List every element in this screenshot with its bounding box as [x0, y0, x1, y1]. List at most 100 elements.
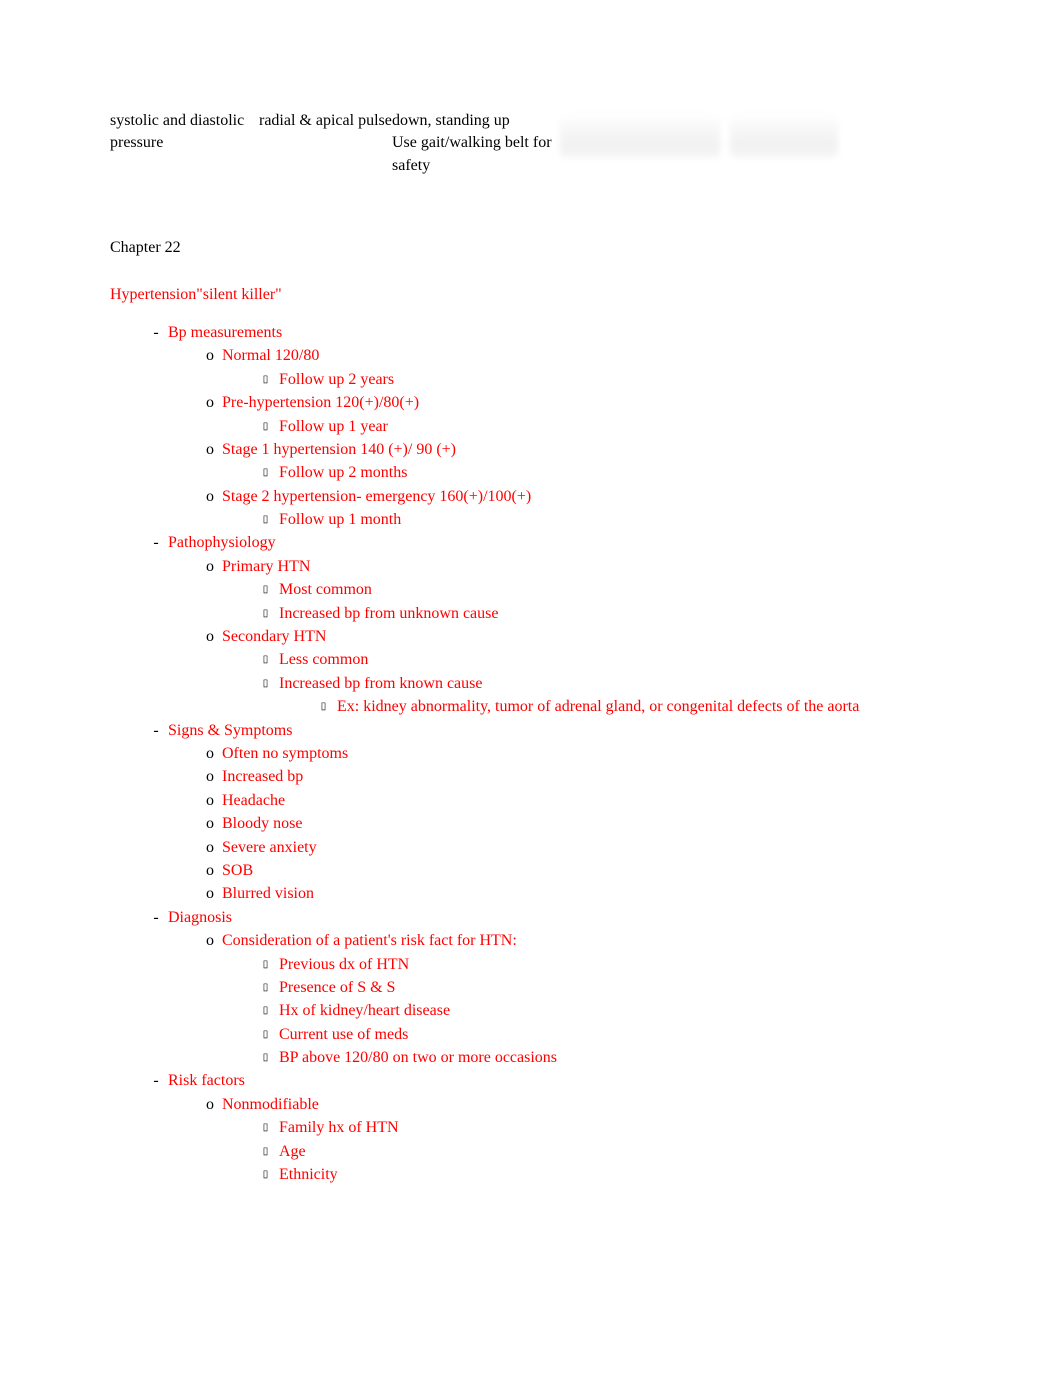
ss-6: Blurred vision: [222, 883, 952, 905]
table-cell-5-blurred: [730, 110, 830, 177]
risk-nm-b: Age: [279, 1141, 952, 1163]
chapter-heading: Chapter 22: [110, 237, 952, 259]
list-item: ▯ Family hx of HTN: [110, 1117, 952, 1139]
list-item: ▯ Hx of kidney/heart disease: [110, 1000, 952, 1022]
list-item: ▯ Ex: kidney abnormality, tumor of adren…: [110, 696, 952, 718]
list-item: o Nonmodifiable: [110, 1094, 952, 1116]
list-item: ▯ BP above 120/80 on two or more occasio…: [110, 1047, 952, 1069]
circle-icon: o: [110, 790, 222, 812]
risk-nm-a: Family hx of HTN: [279, 1117, 952, 1139]
circle-icon: o: [110, 1094, 222, 1116]
bp-pre-fu: Follow up 1 year: [279, 416, 952, 438]
list-item: o Increased bp: [110, 766, 952, 788]
list-item: - Risk factors: [110, 1070, 952, 1092]
dash-icon: -: [110, 1070, 168, 1092]
ss-1: Increased bp: [222, 766, 952, 788]
circle-icon: o: [110, 766, 222, 788]
list-item: o Bloody nose: [110, 813, 952, 835]
topic-title: Hypertension: [110, 286, 196, 303]
ss-2: Headache: [222, 790, 952, 812]
circle-icon: o: [110, 743, 222, 765]
square-icon: ▯: [110, 1047, 279, 1065]
patho-primary-a: Most common: [279, 579, 952, 601]
bp-s2: Stage 2 hypertension- emergency 160(+)/1…: [222, 486, 952, 508]
square-icon: ▯: [110, 369, 279, 387]
diag-d: Current use of meds: [279, 1024, 952, 1046]
list-item: ▯ Follow up 2 months: [110, 462, 952, 484]
bp-normal: Normal 120/80: [222, 345, 952, 367]
ss-0: Often no symptoms: [222, 743, 952, 765]
list-item: o Pre-hypertension 120(+)/80(+): [110, 392, 952, 414]
dash-icon: -: [110, 907, 168, 929]
list-item: o Stage 1 hypertension 140 (+)/ 90 (+): [110, 439, 952, 461]
circle-icon: o: [110, 486, 222, 508]
circle-icon: o: [110, 837, 222, 859]
bp-s2-fu: Follow up 1 month: [279, 509, 952, 531]
list-item: o Secondary HTN: [110, 626, 952, 648]
list-item: o Normal 120/80: [110, 345, 952, 367]
list-item: ▯ Age: [110, 1141, 952, 1163]
table-cell-3: down, standing up Use gait/walking belt …: [392, 110, 560, 177]
table-fragment: systolic and diastolic pressure radial &…: [110, 110, 952, 197]
list-item: - Pathophysiology: [110, 532, 952, 554]
list-item: o Primary HTN: [110, 556, 952, 578]
square-icon: ▯: [110, 416, 279, 434]
dash-icon: -: [110, 720, 168, 742]
dash-icon: -: [110, 532, 168, 554]
table-cell-2: radial & apical pulse: [259, 110, 392, 177]
square-icon: ▯: [110, 977, 279, 995]
list-item: o Stage 2 hypertension- emergency 160(+)…: [110, 486, 952, 508]
list-item: ▯ Previous dx of HTN: [110, 954, 952, 976]
circle-icon: o: [110, 392, 222, 414]
circle-icon: o: [110, 883, 222, 905]
bullet-icon: ▯: [110, 696, 337, 714]
risk-nonmod: Nonmodifiable: [222, 1094, 952, 1116]
table-cell-4-blurred: [560, 110, 730, 177]
bp-s1-fu: Follow up 2 months: [279, 462, 952, 484]
section-risk: Risk factors: [168, 1070, 952, 1092]
list-item: o Often no symptoms: [110, 743, 952, 765]
list-item: o Blurred vision: [110, 883, 952, 905]
list-item: ▯ Presence of S & S: [110, 977, 952, 999]
diag-c: Hx of kidney/heart disease: [279, 1000, 952, 1022]
circle-icon: o: [110, 439, 222, 461]
square-icon: ▯: [110, 673, 279, 691]
list-item: - Diagnosis: [110, 907, 952, 929]
list-item: o SOB: [110, 860, 952, 882]
bp-s1: Stage 1 hypertension 140 (+)/ 90 (+): [222, 439, 952, 461]
list-item: o Headache: [110, 790, 952, 812]
square-icon: ▯: [110, 1164, 279, 1182]
circle-icon: o: [110, 860, 222, 882]
list-item: ▯ Current use of meds: [110, 1024, 952, 1046]
section-bp: Bp measurements: [168, 322, 952, 344]
list-item: ▯ Follow up 1 month: [110, 509, 952, 531]
square-icon: ▯: [110, 1024, 279, 1042]
list-item: o Consideration of a patient's risk fact…: [110, 930, 952, 952]
list-item: ▯ Follow up 2 years: [110, 369, 952, 391]
circle-icon: o: [110, 556, 222, 578]
list-item: - Signs & Symptoms: [110, 720, 952, 742]
patho-secondary-ex: Ex: kidney abnormality, tumor of adrenal…: [337, 696, 952, 718]
patho-secondary-a: Less common: [279, 649, 952, 671]
square-icon: ▯: [110, 462, 279, 480]
section-ss: Signs & Symptoms: [168, 720, 952, 742]
circle-icon: o: [110, 626, 222, 648]
diag-sub: Consideration of a patient's risk fact f…: [222, 930, 952, 952]
ss-4: Severe anxiety: [222, 837, 952, 859]
ss-3: Bloody nose: [222, 813, 952, 835]
list-item: ▯ Ethnicity: [110, 1164, 952, 1186]
list-item: o Severe anxiety: [110, 837, 952, 859]
list-item: ▯ Most common: [110, 579, 952, 601]
list-item: ▯ Less common: [110, 649, 952, 671]
list-item: ▯ Increased bp from known cause: [110, 673, 952, 695]
risk-nm-c: Ethnicity: [279, 1164, 952, 1186]
square-icon: ▯: [110, 1117, 279, 1135]
bp-pre: Pre-hypertension 120(+)/80(+): [222, 392, 952, 414]
ss-5: SOB: [222, 860, 952, 882]
section-patho: Pathophysiology: [168, 532, 952, 554]
square-icon: ▯: [110, 603, 279, 621]
diag-e: BP above 120/80 on two or more occasions: [279, 1047, 952, 1069]
diag-b: Presence of S & S: [279, 977, 952, 999]
patho-primary: Primary HTN: [222, 556, 952, 578]
patho-primary-b: Increased bp from unknown cause: [279, 603, 952, 625]
